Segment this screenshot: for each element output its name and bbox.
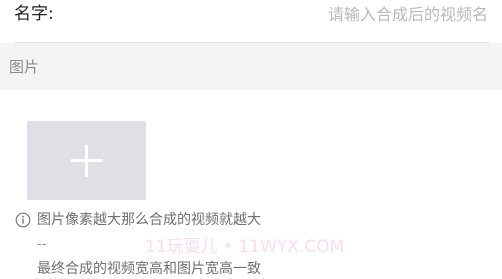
- tip-text-2: 最终合成的视频宽高和图片宽高一致: [37, 261, 261, 277]
- watermark: 11玩耍儿 • 11WYX.COM: [145, 237, 345, 257]
- plus-icon: [71, 145, 103, 177]
- name-row: 名字:: [0, 0, 502, 42]
- images-section-header: 图片: [0, 43, 502, 90]
- tip-separator: --: [37, 237, 47, 252]
- video-name-input[interactable]: [188, 0, 488, 28]
- add-image-button[interactable]: [27, 121, 146, 200]
- section-title: 图片: [9, 58, 40, 76]
- name-label: 名字:: [14, 4, 54, 24]
- tip-text: 图片像素越大那么合成的视频就越大: [37, 212, 261, 228]
- info-circle-icon: [15, 212, 31, 228]
